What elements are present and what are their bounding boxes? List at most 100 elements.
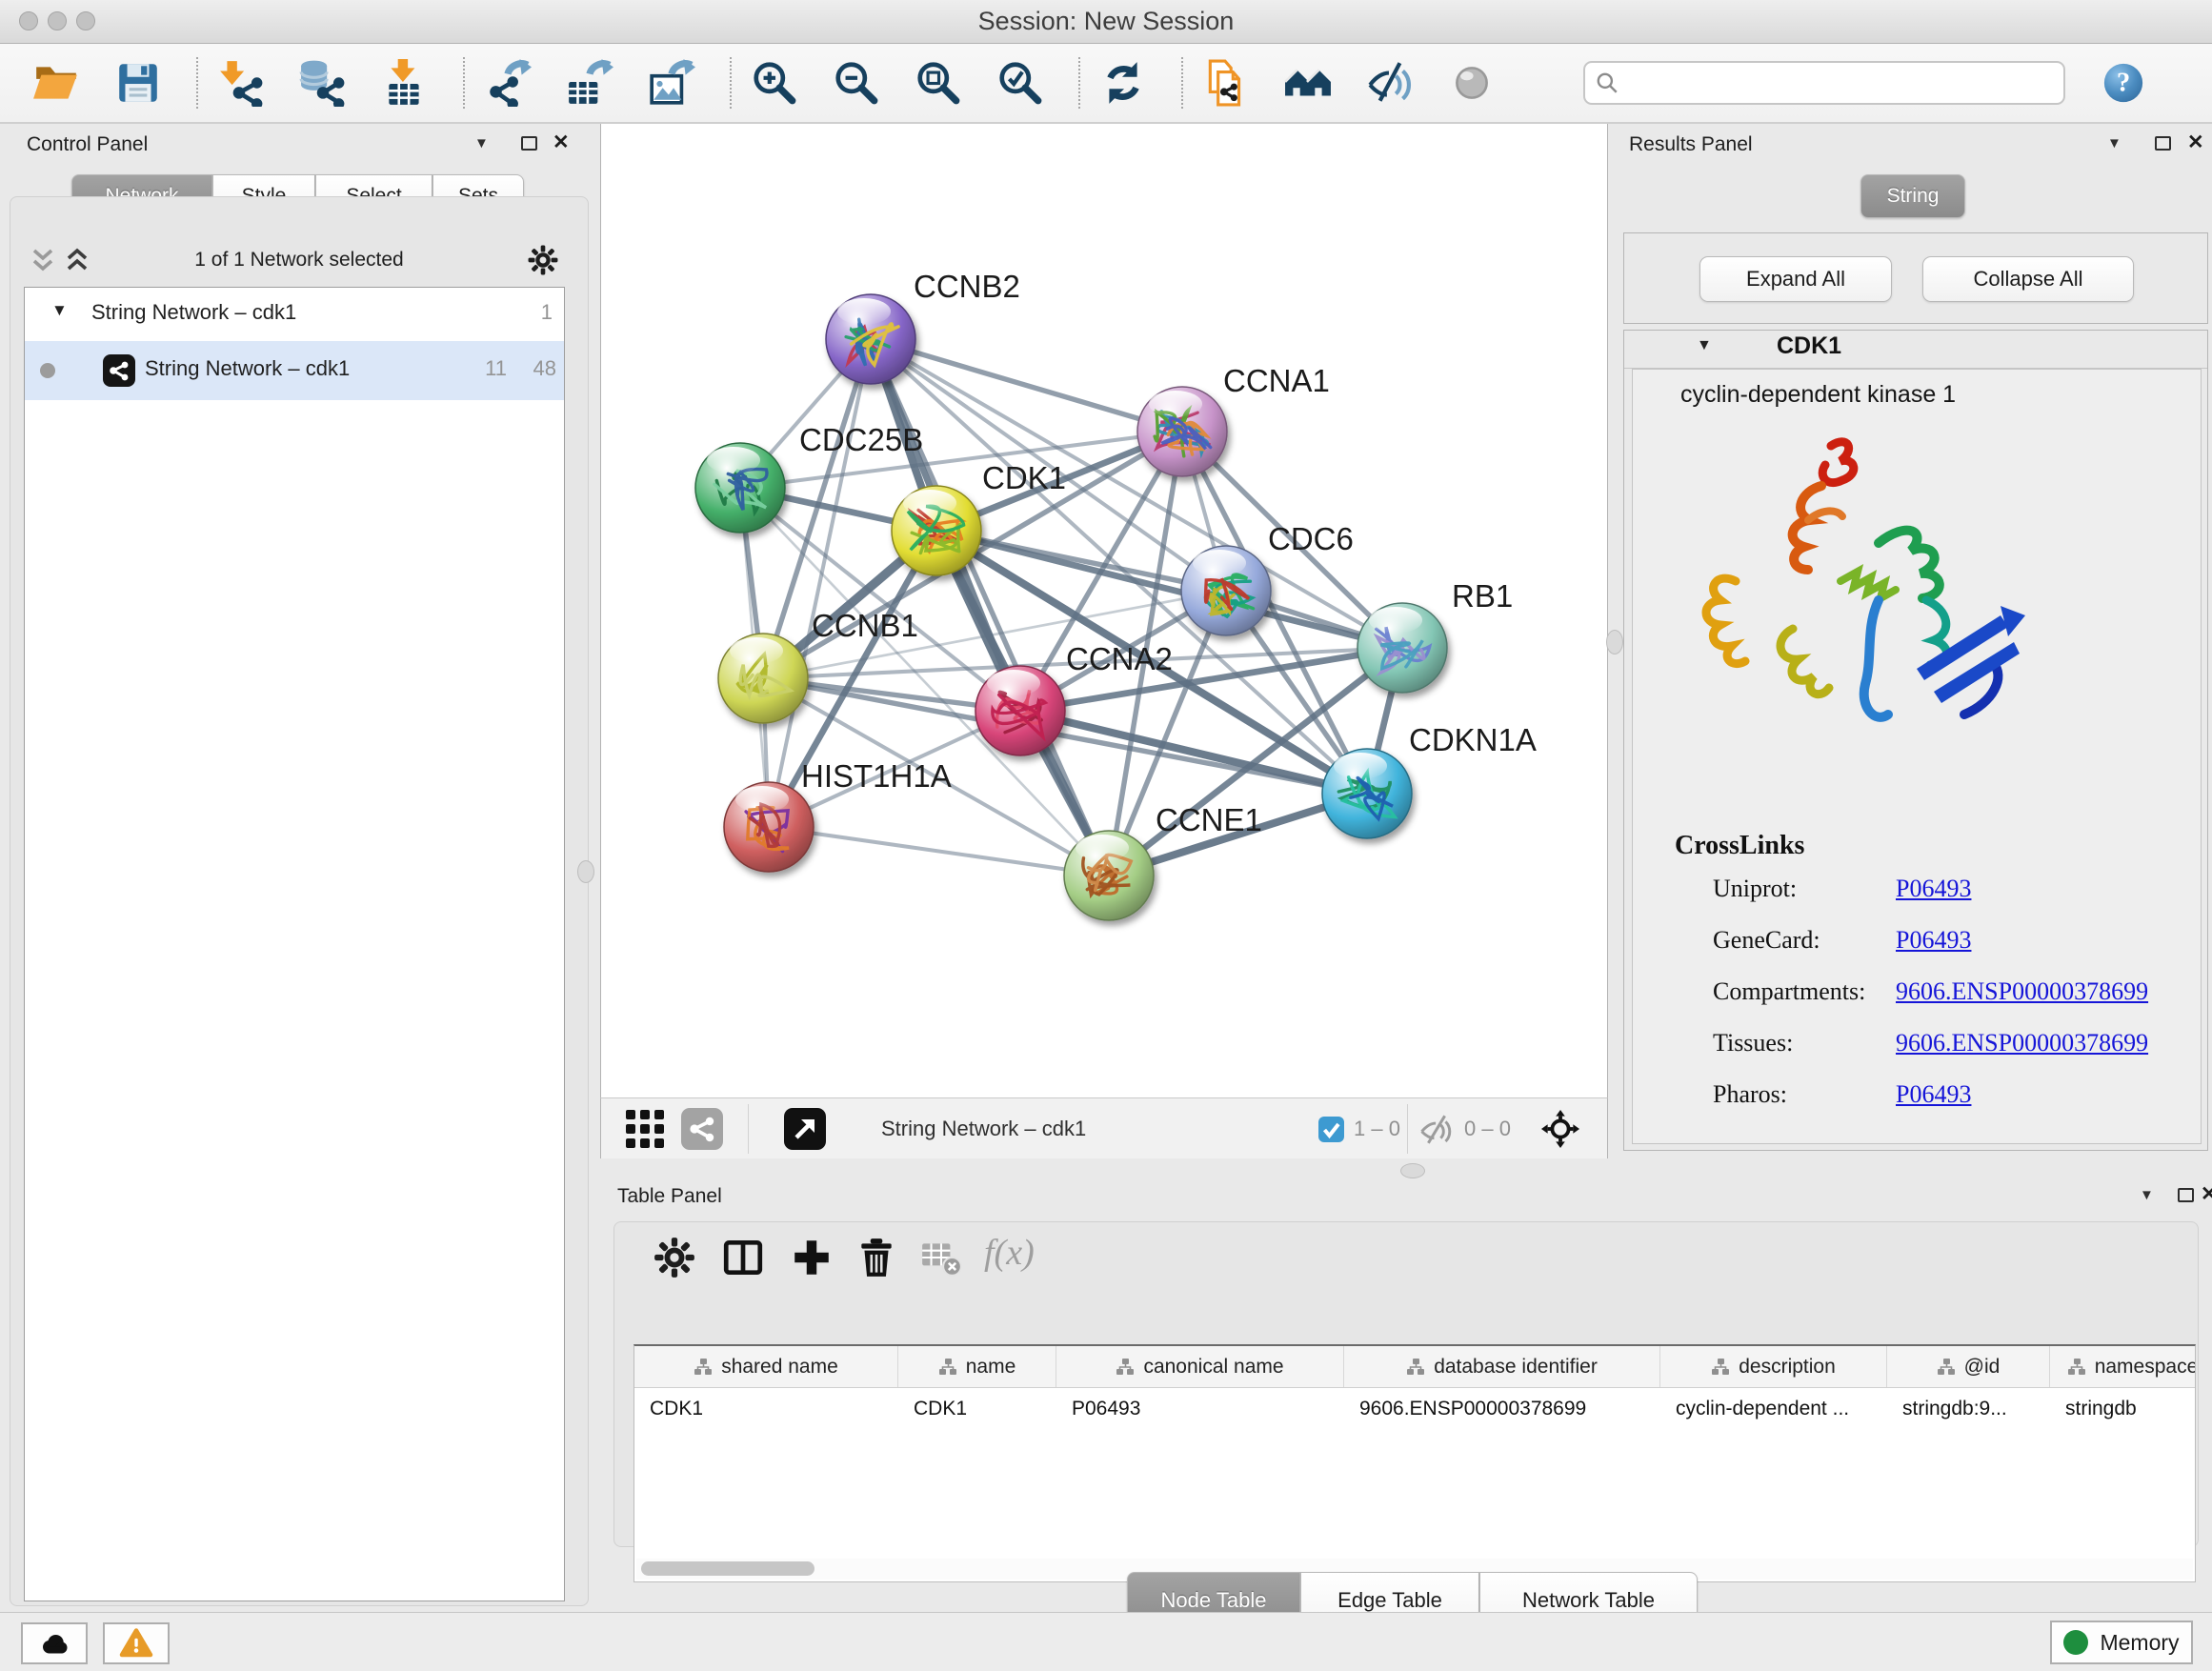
open-in-new-icon[interactable] (784, 1108, 826, 1150)
left-splitter-handle[interactable] (577, 860, 594, 883)
control-panel-title: Control Panel (27, 133, 148, 156)
string-home-icon[interactable] (1284, 59, 1332, 107)
column-header-shared-name[interactable]: shared name (634, 1346, 898, 1388)
memory-label: Memory (2100, 1630, 2179, 1656)
show-grid-icon[interactable] (624, 1108, 666, 1150)
minimize-window-icon[interactable] (48, 11, 67, 30)
expand-all-button[interactable]: Expand All (1699, 256, 1892, 302)
float-panel-icon[interactable]: ▼ (474, 135, 489, 151)
export-network-icon[interactable] (484, 59, 532, 107)
column-header-database-identifier[interactable]: database identifier (1344, 1346, 1660, 1388)
show-columns-icon[interactable] (721, 1236, 765, 1279)
network-collection-row[interactable]: ▼ String Network – cdk1 1 (25, 288, 564, 341)
crosslink-link[interactable]: 9606.ENSP00000378699 (1896, 977, 2148, 1006)
network-from-file-icon[interactable] (1202, 59, 1250, 107)
network-node[interactable] (1322, 749, 1412, 838)
crosslink-link[interactable]: 9606.ENSP00000378699 (1896, 1029, 2148, 1057)
tab-string[interactable]: String (1860, 174, 1965, 218)
network-node-label: CCNA1 (1223, 363, 1330, 398)
column-header-canonical-name[interactable]: canonical name (1056, 1346, 1344, 1388)
network-graph: CCNB2CCNA1CDC25BCDK1CDC6RB1CCNB1CCNA2CDK… (601, 124, 1607, 1096)
network-edge[interactable] (769, 827, 1109, 876)
float-panel-icon[interactable]: ▼ (2107, 135, 2122, 151)
import-network-from-database-icon[interactable] (299, 59, 347, 107)
import-table-from-file-icon[interactable] (381, 59, 429, 107)
float-panel-icon[interactable]: ▼ (2140, 1187, 2154, 1203)
network-node[interactable] (826, 294, 915, 384)
hide-graphics-details-icon[interactable] (1366, 59, 1414, 107)
help-icon[interactable]: ? (2101, 61, 2145, 105)
network-node[interactable] (718, 634, 808, 723)
maximize-panel-icon[interactable] (2155, 136, 2171, 151)
column-header--id[interactable]: @id (1887, 1346, 2050, 1388)
network-node[interactable] (1357, 603, 1447, 693)
save-session-icon[interactable] (114, 59, 162, 107)
warnings-button[interactable] (103, 1622, 170, 1664)
hidden-eye-slash-icon[interactable] (1418, 1112, 1455, 1148)
refresh-view-icon[interactable] (1099, 59, 1147, 107)
fit-selected-crosshair-icon[interactable] (1540, 1109, 1580, 1149)
network-node-label: CCNA2 (1066, 641, 1173, 676)
toolbar-divider (1078, 57, 1080, 109)
network-node[interactable] (1064, 831, 1154, 920)
network-edge[interactable] (871, 339, 1182, 432)
collapse-all-button[interactable]: Collapse All (1922, 256, 2134, 302)
maximize-window-icon[interactable] (76, 11, 95, 30)
memory-button[interactable]: Memory (2050, 1621, 2193, 1664)
zoom-selected-icon[interactable] (996, 59, 1044, 107)
network-node[interactable] (1181, 546, 1271, 635)
table-settings-gear-icon[interactable] (653, 1236, 696, 1279)
network-node[interactable] (1137, 387, 1227, 476)
network-node[interactable] (892, 486, 981, 575)
crosslink-link[interactable]: P06493 (1896, 1080, 1971, 1109)
show-graphics-details-icon[interactable] (1448, 59, 1496, 107)
collapse-gene-icon[interactable]: ▼ (1697, 337, 1712, 354)
close-panel-icon[interactable]: ✕ (2187, 131, 2204, 154)
zoom-out-icon[interactable] (833, 59, 880, 107)
network-node[interactable] (695, 443, 785, 533)
cloud-button[interactable] (21, 1622, 88, 1664)
crosslink-link[interactable]: P06493 (1896, 926, 1971, 955)
table-row[interactable]: CDK1CDK1P064939606.ENSP00000378699cyclin… (634, 1388, 2195, 1430)
zoom-in-icon[interactable] (751, 59, 798, 107)
table-header-row: shared namenamecanonical namedatabase id… (634, 1346, 2195, 1388)
network-node[interactable] (724, 782, 814, 872)
maximize-panel-icon[interactable] (521, 136, 537, 151)
gene-header[interactable]: ▼ CDK1 (1624, 331, 2207, 369)
crosslink-link[interactable]: P06493 (1896, 875, 1971, 903)
scrollbar-thumb[interactable] (641, 1561, 814, 1576)
add-entry-plus-icon[interactable] (790, 1236, 834, 1279)
column-header-name[interactable]: name (898, 1346, 1056, 1388)
close-window-icon[interactable] (19, 11, 38, 30)
export-image-icon[interactable] (648, 59, 695, 107)
close-panel-icon[interactable]: ✕ (2201, 1182, 2212, 1206)
current-network-name: String Network – cdk1 (881, 1098, 1086, 1159)
network-row-selected[interactable]: String Network – cdk1 11 48 (25, 341, 564, 400)
crosslink-label: GeneCard: (1713, 926, 1820, 955)
collection-count: 1 (541, 300, 553, 325)
selected-checkbox-icon[interactable] (1318, 1117, 1344, 1142)
search-input[interactable] (1619, 64, 2054, 102)
close-panel-icon[interactable]: ✕ (553, 131, 570, 154)
tree-options-gear-icon[interactable] (527, 244, 559, 276)
network-node-label: CDK1 (982, 460, 1066, 495)
delete-entry-trash-icon[interactable] (855, 1236, 898, 1279)
column-header-description[interactable]: description (1660, 1346, 1887, 1388)
network-edge[interactable] (769, 339, 871, 827)
gene-name: CDK1 (1777, 332, 1841, 360)
import-network-from-file-icon[interactable] (217, 59, 265, 107)
bottom-splitter-handle[interactable] (1400, 1163, 1425, 1178)
edge-count: 48 (533, 356, 556, 381)
zoom-fit-icon[interactable] (915, 59, 962, 107)
open-session-icon[interactable] (32, 59, 80, 107)
network-node[interactable] (975, 666, 1065, 755)
export-table-icon[interactable] (566, 59, 613, 107)
maximize-panel-icon[interactable] (2178, 1188, 2194, 1202)
crosslink-row: Pharos:P06493 (1633, 1080, 2201, 1132)
share-view-icon[interactable] (681, 1108, 723, 1150)
expand-collection-icon[interactable]: ▼ (51, 301, 68, 320)
column-header-namespace[interactable]: namespace (2050, 1346, 2195, 1388)
clear-table-icon (919, 1236, 963, 1279)
search-field[interactable] (1583, 61, 2065, 105)
network-canvas[interactable]: CCNB2CCNA1CDC25BCDK1CDC6RB1CCNB1CCNA2CDK… (600, 124, 1608, 1097)
